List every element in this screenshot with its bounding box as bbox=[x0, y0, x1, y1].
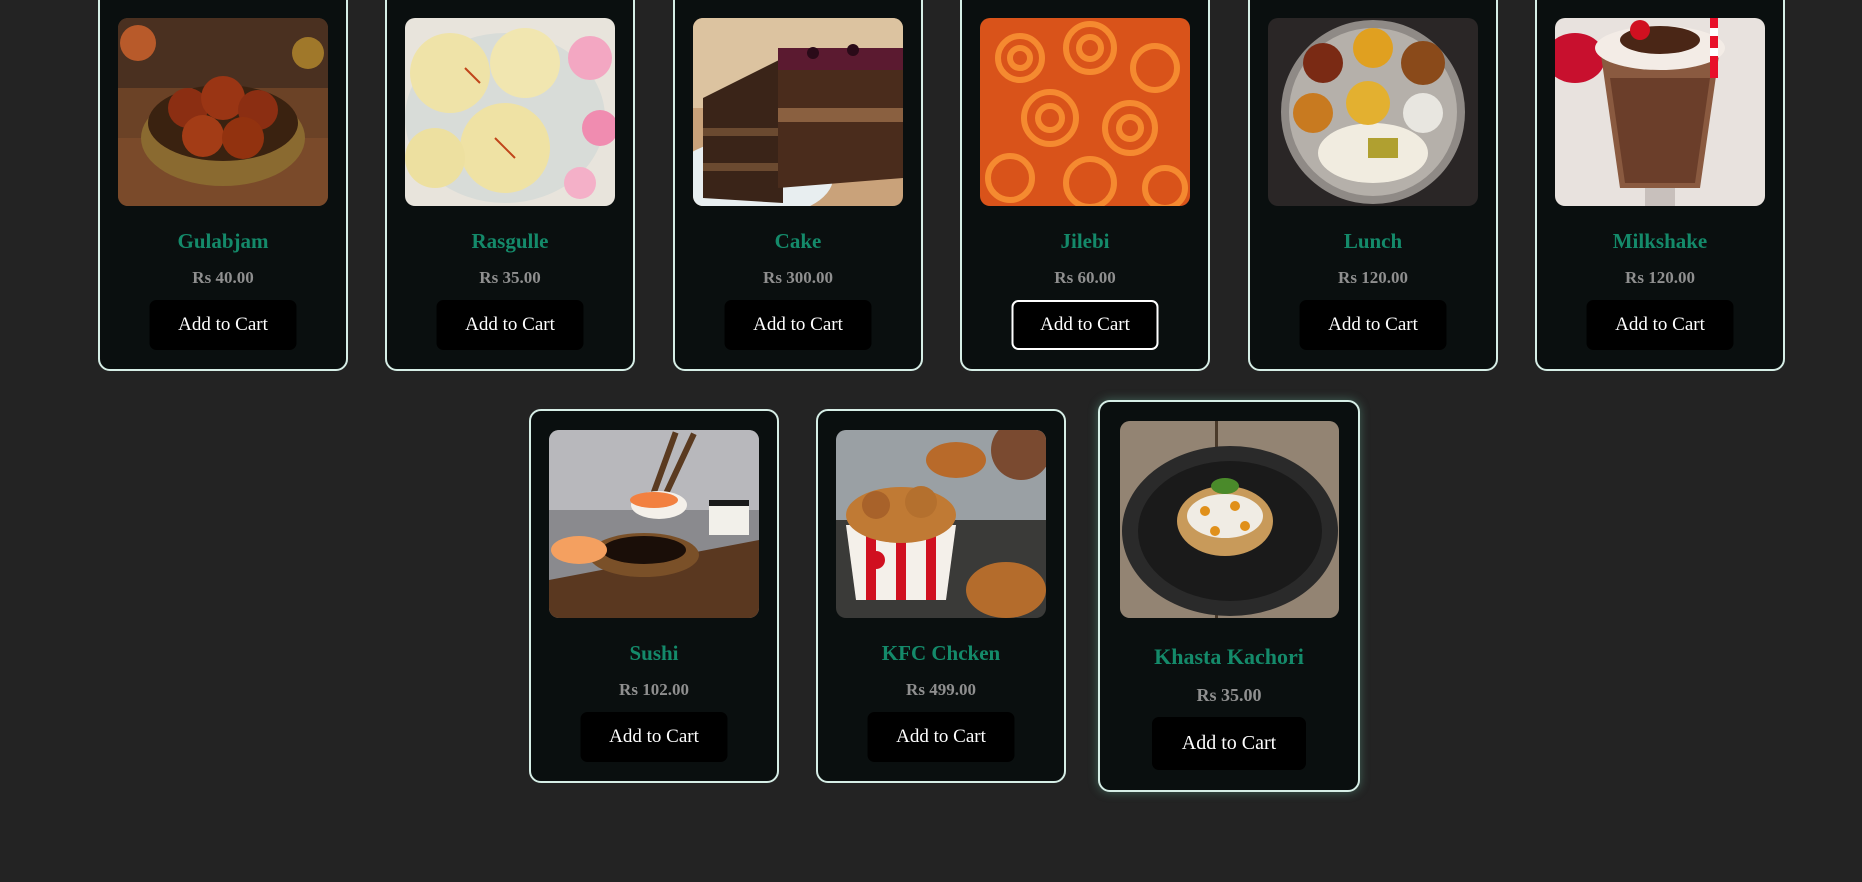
gulabjamun-photo bbox=[118, 18, 328, 206]
product-price: Rs 300.00 bbox=[763, 268, 833, 287]
rasgulla-photo bbox=[405, 18, 615, 206]
product-card-milkshake: Milkshake Rs 120.00 Add to Cart bbox=[1535, 0, 1785, 371]
product-card-kfc-chcken: KFC Chcken Rs 499.00 Add to Cart bbox=[816, 409, 1066, 783]
product-name: KFC Chcken bbox=[881, 641, 1001, 665]
fried-chicken-photo bbox=[836, 430, 1046, 618]
jalebi-photo bbox=[980, 18, 1190, 206]
add-to-cart-button[interactable]: Add to Cart bbox=[436, 300, 584, 350]
product-name: Jilebi bbox=[1060, 229, 1110, 253]
add-to-cart-button[interactable]: Add to Cart bbox=[1299, 300, 1447, 350]
add-to-cart-button[interactable]: Add to Cart bbox=[580, 712, 728, 762]
product-price: Rs 40.00 bbox=[192, 268, 254, 287]
product-name: Gulabjam bbox=[177, 229, 269, 253]
add-to-cart-button[interactable]: Add to Cart bbox=[724, 300, 872, 350]
product-price: Rs 35.00 bbox=[1196, 685, 1262, 705]
product-card-khasta-kachori: Khasta Kachori Rs 35.00 Add to Cart bbox=[1098, 400, 1360, 792]
product-name: Khasta Kachori bbox=[1154, 644, 1304, 669]
product-name: Lunch bbox=[1343, 229, 1403, 253]
product-price: Rs 120.00 bbox=[1625, 268, 1695, 287]
milkshake-photo bbox=[1555, 18, 1765, 206]
add-to-cart-button[interactable]: Add to Cart bbox=[1152, 717, 1306, 770]
kachori-photo bbox=[1120, 421, 1339, 618]
product-card-gulabjam: Gulabjam Rs 40.00 Add to Cart bbox=[98, 0, 348, 371]
add-to-cart-button[interactable]: Add to Cart bbox=[149, 300, 297, 350]
product-price: Rs 102.00 bbox=[619, 680, 689, 699]
product-card-jilebi: Jilebi Rs 60.00 Add to Cart bbox=[960, 0, 1210, 371]
product-name: Milkshake bbox=[1612, 229, 1708, 253]
cake-photo bbox=[693, 18, 903, 206]
product-price: Rs 499.00 bbox=[906, 680, 976, 699]
add-to-cart-button[interactable]: Add to Cart bbox=[1011, 300, 1159, 350]
add-to-cart-button[interactable]: Add to Cart bbox=[867, 712, 1015, 762]
product-price: Rs 60.00 bbox=[1054, 268, 1116, 287]
thali-photo bbox=[1268, 18, 1478, 206]
product-grid: Gulabjam Rs 40.00 Add to Cart Rasgulle R… bbox=[0, 0, 1862, 882]
product-card-sushi: Sushi Rs 102.00 Add to Cart bbox=[529, 409, 779, 783]
product-card-cake: Cake Rs 300.00 Add to Cart bbox=[673, 0, 923, 371]
add-to-cart-button[interactable]: Add to Cart bbox=[1586, 300, 1734, 350]
sushi-photo bbox=[549, 430, 759, 618]
product-name: Sushi bbox=[629, 641, 679, 665]
product-price: Rs 35.00 bbox=[479, 268, 541, 287]
product-name: Cake bbox=[774, 229, 822, 253]
product-card-rasgulle: Rasgulle Rs 35.00 Add to Cart bbox=[385, 0, 635, 371]
product-price: Rs 120.00 bbox=[1338, 268, 1408, 287]
product-card-lunch: Lunch Rs 120.00 Add to Cart bbox=[1248, 0, 1498, 371]
product-name: Rasgulle bbox=[471, 229, 549, 253]
